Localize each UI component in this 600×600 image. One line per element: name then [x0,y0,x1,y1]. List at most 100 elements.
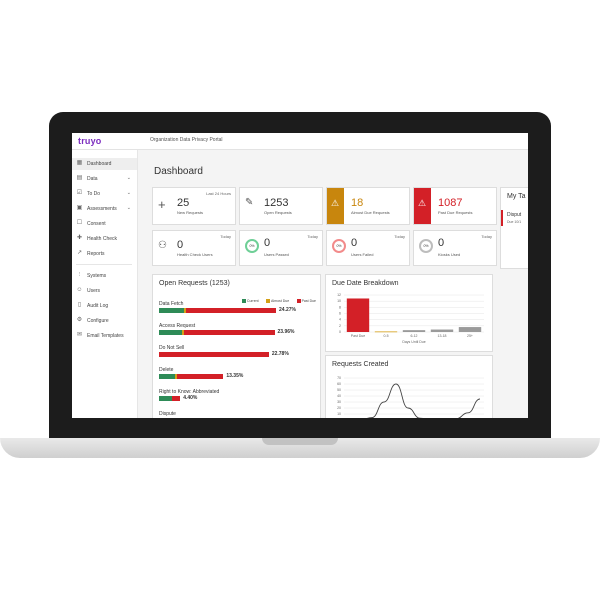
sidebar-item-assessments[interactable]: ▣ Assessments ⌄ [72,203,137,215]
bar-row-label: Data Fetch [159,301,184,307]
y-tick-label: 30 [337,400,341,404]
consent-icon: ☐ [76,220,83,226]
laptop-notch [262,438,338,445]
my-tasks-card[interactable]: My Ta Disput Due 10/1 [500,187,528,269]
bar[interactable] [458,327,482,332]
new-requests-label: New Requests [177,210,204,215]
task-item[interactable]: Disput [507,212,521,218]
plus-icon: + [158,197,166,212]
bar-percent-label: 4.40% [183,395,198,401]
legend-label: Almost Due [271,299,290,303]
sidebar-item-configure[interactable]: ⚙ Configure [72,315,137,327]
sidebar-item-audit-log[interactable]: ▯ Audit Log [72,300,137,312]
top-bar: truyo Organization Data Privacy Portal [72,133,528,150]
past-due-label: Past Due Requests [438,210,473,215]
sidebar-item-consent[interactable]: ☐ Consent [72,218,137,230]
card-period: Today [220,234,231,239]
truyo-logo[interactable]: truyo [78,136,102,146]
sidebar-item-label: Reports [87,251,105,257]
assessments-icon: ▣ [76,205,83,211]
portal-name: Organization Data Privacy Portal [150,137,223,143]
users-failed-count: 0 [351,237,358,249]
sidebar-item-data[interactable]: ▤ Data ⌄ [72,173,137,185]
passed-percent: 0% [249,244,255,248]
sidebar-item-label: Users [87,288,101,294]
sidebar-item-users[interactable]: ☺ Users [72,285,137,297]
card-period: Today [307,234,318,239]
email-icon: ✉ [76,332,83,338]
open-requests-panel: Open Requests (1253) Current Almost Due … [152,274,321,418]
sidebar-item-dashboard[interactable]: ▦ Dashboard [72,158,137,170]
bar-segment-past[interactable] [185,308,276,313]
bar[interactable] [430,329,454,332]
y-tick-label: 8 [339,305,341,309]
sidebar-item-label: Configure [87,318,109,324]
sidebar-item-reports[interactable]: ↗ Reports [72,248,137,260]
pencil-icon: ✎ [245,197,254,208]
legend-past-due: Past Due [296,299,316,304]
health-check-icon: ✚ [76,235,83,241]
open-requests-card[interactable]: ✎ 1253 Open Requests [239,187,323,225]
app-screen: truyo Organization Data Privacy Portal ▦… [72,133,528,418]
users-group-icon: ⚇ [158,240,167,251]
users-passed-count: 0 [264,237,271,249]
failed-percent: 0% [336,244,342,248]
series-line[interactable] [348,383,481,418]
health-check-users-card[interactable]: Today ⚇ 0 Health Check Users [152,230,236,266]
due-date-chart: 0 2 4 6 8 10 12 Past Due 0-5 6-12 13-18 25+ Days Unt… [337,293,484,344]
bar[interactable] [374,331,398,333]
users-passed-card[interactable]: Today 0% 0 Users Passed [239,230,323,266]
bar-row-label: Do Not Sell [159,345,185,351]
y-tick-label: 0 [339,330,341,334]
bar-segment-past[interactable] [172,396,181,401]
x-tick-label: 13-18 [438,334,447,338]
task-accent [501,210,503,226]
legend-label: Past Due [301,299,316,303]
bar-segment-past[interactable] [159,352,269,357]
users-failed-card[interactable]: Today 0% 0 Users Failed [326,230,410,266]
new-requests-count: 25 [177,197,190,209]
health-check-users-label: Health Check Users [177,252,213,257]
sidebar-item-label: Systems [87,273,107,279]
users-failed-label: Users Failed [351,252,374,257]
kiosks-used-count: 0 [438,237,445,249]
legend-current: Current [241,299,259,304]
almost-due-card[interactable]: ⚠ 18 Almost Due Requests [326,187,410,225]
sidebar-divider [76,264,132,265]
bar-row-label: Delete [159,367,174,373]
sidebar-item-email-templates[interactable]: ✉ Email Templates [72,330,137,342]
bar-segment-past[interactable] [184,330,275,335]
past-due-count: 1087 [438,197,463,209]
sidebar-item-health-check[interactable]: ✚ Health Check [72,233,137,245]
bar-segment-current[interactable] [159,330,183,335]
bar-segment-current[interactable] [159,308,184,313]
requests-created-panel: Requests Created 010203040506070 [325,355,493,418]
sidebar-item-systems[interactable]: ⫶ Systems [72,270,137,282]
sidebar-item-label: Email Templates [87,333,124,339]
legend-label: Current [246,299,259,303]
open-requests-label: Open Requests [264,210,292,215]
bar-segment-past[interactable] [177,374,224,379]
bar-row-label: Dispute [159,411,176,417]
bar[interactable] [346,298,370,332]
new-requests-card[interactable]: Last 24 Hours + 25 New Requests [152,187,236,225]
sidebar-item-label: Health Check [87,236,118,242]
bar-segment-current[interactable] [159,396,173,401]
bar[interactable] [402,330,426,332]
past-due-card[interactable]: ⚠ 1087 Past Due Requests [413,187,497,225]
card-period: Last 24 Hours [206,191,231,196]
almost-due-count: 18 [351,197,364,209]
todo-icon: ☑ [76,190,83,196]
kiosks-used-card[interactable]: Today 0% 0 Kiosks Used [413,230,497,266]
sidebar-item-label: Audit Log [87,303,109,309]
bar-segment-current[interactable] [159,374,176,379]
sidebar-item-label: Dashboard [87,161,112,167]
legend-past-swatch [296,299,301,304]
y-tick-label: 10 [337,412,341,416]
bar-percent-label: 22.78% [271,351,289,357]
bar-row-label: Access Request [159,323,196,329]
due-date-breakdown-panel: Due Date Breakdown 0 2 4 6 8 10 12 Past Due 0-5 6… [325,274,493,352]
sidebar-item-to-do[interactable]: ☑ To Do ⌄ [72,188,137,200]
y-tick-label: 40 [337,394,341,398]
sidebar: ▦ Dashboard ▤ Data ⌄ ☑ To Do ⌄ ▣ Assessm… [72,150,138,418]
